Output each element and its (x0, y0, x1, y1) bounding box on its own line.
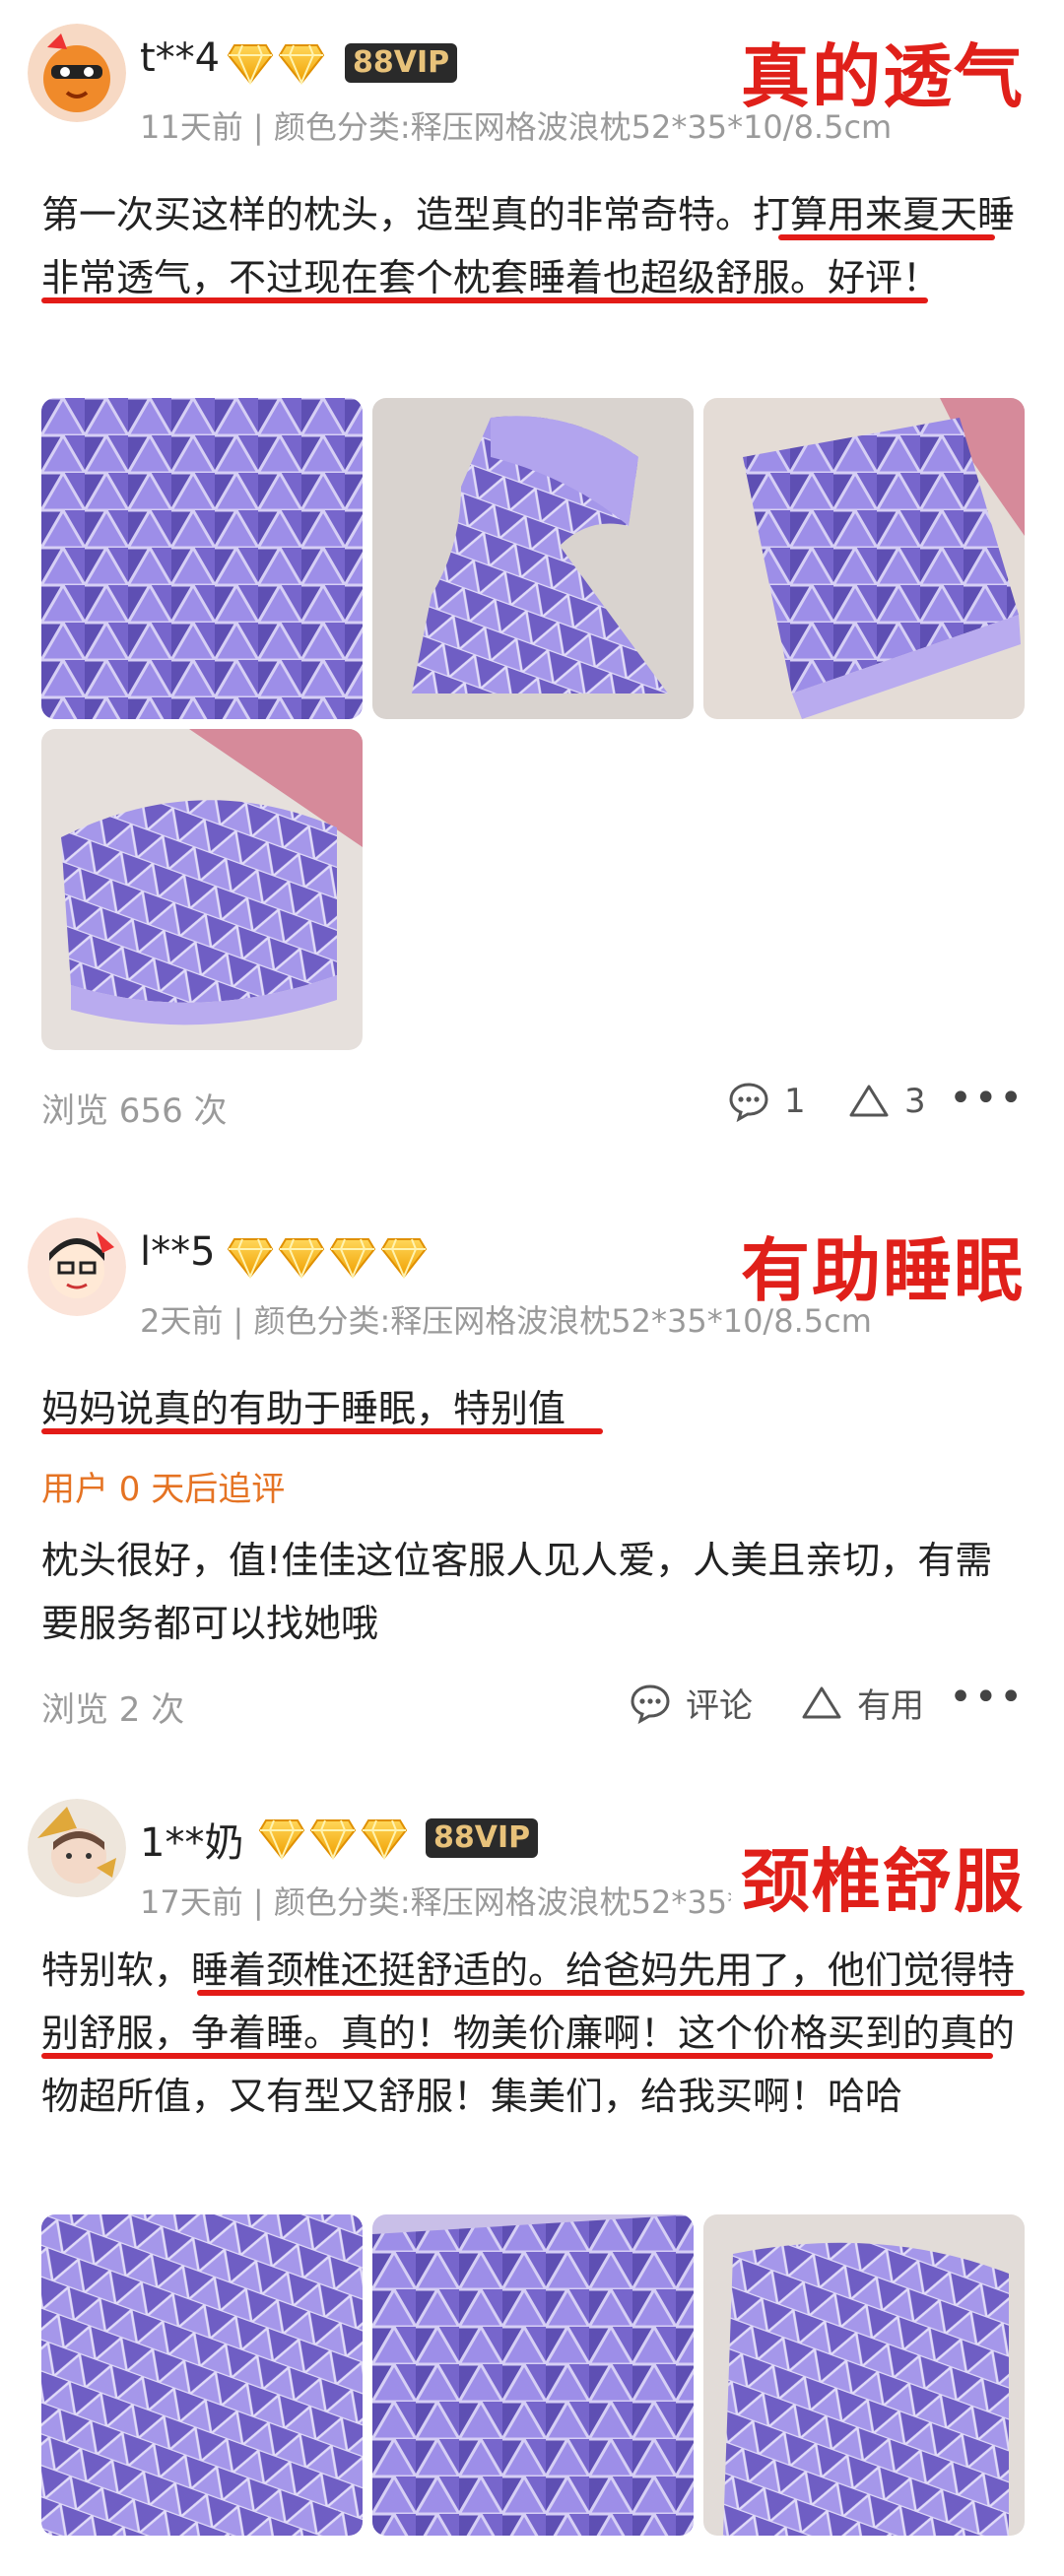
user-level-gems (227, 41, 325, 85)
highlight-tag: 有助睡眠 (741, 1230, 1025, 1311)
user-avatar[interactable] (28, 1218, 126, 1316)
review-photo[interactable] (41, 2214, 363, 2536)
underline-mark (41, 297, 928, 303)
review-text: 特别软，睡着颈椎还挺舒适的。给爸妈先用了，他们觉得特别舒服，争着睡。真的！物美价… (41, 1949, 1016, 2118)
comment-icon (631, 1684, 670, 1724)
review-photo[interactable] (372, 398, 694, 719)
useful-button[interactable]: 3 (847, 1080, 926, 1123)
review-footer: 浏览 656 次 1 3 ••• (0, 1076, 1064, 1135)
more-dots-icon[interactable]: ••• (949, 1076, 1025, 1121)
vip-badge: 88VIP (426, 1818, 539, 1858)
diamond-icon (329, 1238, 376, 1279)
user-level-gems (258, 1816, 408, 1860)
triangle-useful-icon (849, 1085, 889, 1117)
comment-label: 评论 (686, 1686, 753, 1726)
diamond-icon (227, 44, 274, 85)
review-photo[interactable] (372, 2214, 694, 2536)
diamond-icon (361, 1819, 408, 1860)
vip-badge: 88VIP (345, 43, 458, 83)
diamond-icon (278, 1238, 325, 1279)
diamond-icon (258, 1819, 305, 1860)
diamond-icon (227, 1238, 274, 1279)
username[interactable]: t**4 (140, 35, 220, 81)
user-level-gems (227, 1235, 428, 1279)
more-dots-icon[interactable]: ••• (949, 1675, 1025, 1720)
user-avatar[interactable] (28, 24, 126, 122)
review-text: 第一次买这样的枕头，造型真的非常奇特。打算用来夏天睡非常透气，不过现在套个枕套睡… (41, 193, 1016, 299)
useful-button[interactable]: 有用 (800, 1679, 924, 1727)
user-avatar[interactable] (28, 1799, 126, 1897)
view-count: 浏览 656 次 (41, 1091, 228, 1131)
comment-icon (729, 1083, 768, 1123)
review-photo[interactable] (41, 398, 363, 719)
highlight-tag: 颈椎舒服 (731, 1826, 1025, 1926)
useful-count: 3 (904, 1082, 926, 1121)
underline-mark (41, 2053, 993, 2059)
diamond-icon (380, 1238, 428, 1279)
username[interactable]: l**5 (140, 1229, 216, 1275)
underline-mark (41, 1428, 603, 1434)
username[interactable]: 1**奶 (140, 1811, 243, 1868)
followup-text: 枕头很好，值!佳佳这位客服人见人爱，人美且亲切，有需要服务都可以找她哦 (41, 1539, 993, 1645)
followup-label: 用户 0 天后追评 (41, 1470, 286, 1509)
useful-label: 有用 (857, 1686, 924, 1726)
comment-button[interactable]: 评论 (629, 1679, 753, 1727)
highlight-tag: 真的透气 (741, 36, 1025, 117)
review-photo[interactable] (41, 729, 363, 1050)
review-photo[interactable] (703, 2214, 1025, 2536)
review-footer: 浏览 2 次 评论 有用 ••• (0, 1675, 1064, 1734)
diamond-icon (278, 44, 325, 85)
comment-button[interactable]: 1 (727, 1080, 806, 1123)
underline-mark (778, 234, 995, 240)
underline-mark (197, 1990, 1025, 1996)
triangle-useful-icon (802, 1686, 841, 1718)
comment-count: 1 (784, 1082, 806, 1121)
diamond-icon (309, 1819, 357, 1860)
view-count: 浏览 2 次 (41, 1690, 185, 1730)
review-photo[interactable] (703, 398, 1025, 719)
